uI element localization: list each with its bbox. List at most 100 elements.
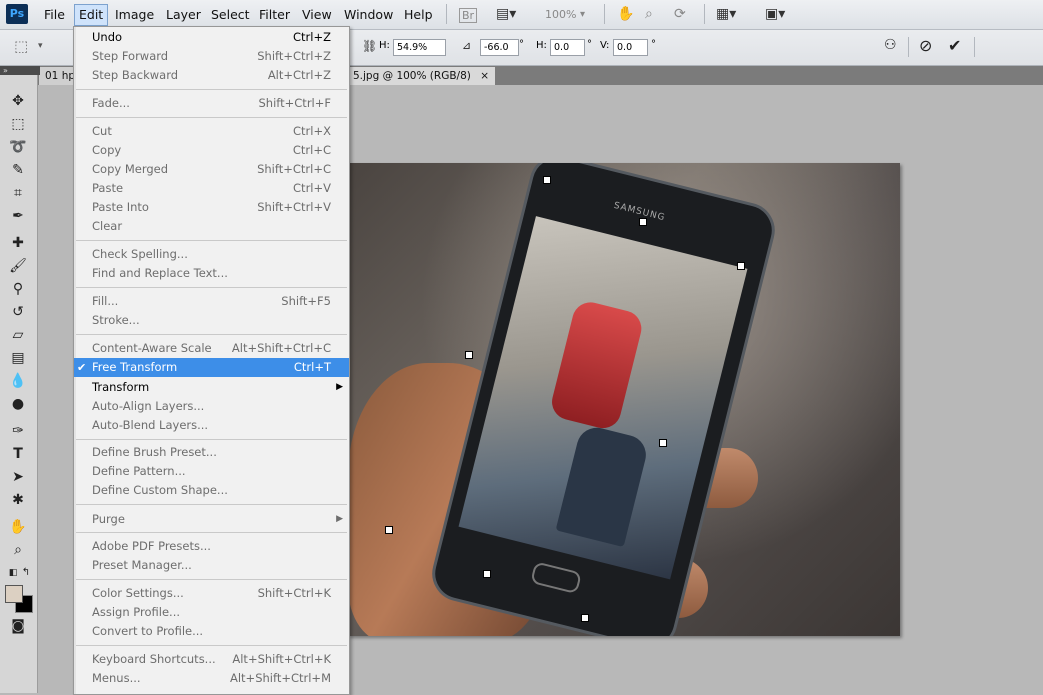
blur-tool-icon[interactable]: 💧 [8, 371, 28, 391]
menu-item-fill[interactable]: Fill... Shift+F5 [74, 292, 349, 311]
tab-document-active[interactable]: 5.jpg @ 100% (RGB/8) × [347, 67, 495, 85]
path-selection-tool-icon[interactable]: ➤ [8, 467, 28, 487]
menu-item-define-pattern[interactable]: Define Pattern... [74, 462, 349, 481]
menu-item-define-brush-preset[interactable]: Define Brush Preset... [74, 443, 349, 462]
menu-item-adobe-pdf-presets[interactable]: Adobe PDF Presets... [74, 537, 349, 556]
transform-handle[interactable] [581, 614, 589, 622]
menu-item-copy-merged[interactable]: Copy Merged Shift+Ctrl+C [74, 160, 349, 179]
lasso-tool-icon[interactable]: ➰ [8, 137, 28, 157]
commit-transform-icon[interactable]: ✔ [948, 36, 961, 55]
transformed-layer[interactable] [458, 216, 748, 580]
menu-separator [76, 579, 347, 580]
menu-item-find-replace[interactable]: Find and Replace Text... [74, 264, 349, 283]
menu-item-assign-profile[interactable]: Assign Profile... [74, 603, 349, 622]
dodge-tool-icon[interactable]: ● [8, 394, 28, 414]
transform-handle[interactable] [483, 570, 491, 578]
menu-item-color-settings[interactable]: Color Settings... Shift+Ctrl+K [74, 584, 349, 603]
menu-item-paste-into[interactable]: Paste Into Shift+Ctrl+V [74, 198, 349, 217]
document-canvas[interactable]: SAMSUNG [348, 163, 900, 636]
menu-view[interactable]: View [298, 5, 336, 25]
gradient-tool-icon[interactable]: ▤ [8, 348, 28, 368]
menu-item-step-backward[interactable]: Step Backward Alt+Ctrl+Z [74, 66, 349, 85]
menu-help[interactable]: Help [400, 5, 437, 25]
transform-handle[interactable] [465, 351, 473, 359]
menu-item-transform[interactable]: Transform ▶ [74, 378, 349, 397]
menu-select[interactable]: Select [207, 5, 254, 25]
menu-item-auto-blend-layers[interactable]: Auto-Blend Layers... [74, 416, 349, 435]
tab-close-icon[interactable]: × [480, 70, 489, 82]
screen-mode-icon[interactable]: ▣▾ [765, 6, 785, 22]
menu-item-convert-to-profile[interactable]: Convert to Profile... [74, 622, 349, 641]
menu-item-step-forward[interactable]: Step Forward Shift+Ctrl+Z [74, 47, 349, 66]
menu-item-fade[interactable]: Fade... Shift+Ctrl+F [74, 94, 349, 113]
zoom-tool-icon[interactable]: ⌕ [8, 540, 28, 560]
healing-brush-tool-icon[interactable]: ✚ [8, 233, 28, 253]
menu-window[interactable]: Window [340, 5, 397, 25]
menu-item-preset-manager[interactable]: Preset Manager... [74, 556, 349, 575]
link-icon[interactable]: ⛓ [362, 39, 377, 53]
bridge-button[interactable]: Br [459, 8, 478, 23]
menu-item-auto-align-layers[interactable]: Auto-Align Layers... [74, 397, 349, 416]
pen-tool-icon[interactable]: ✑ [8, 421, 28, 441]
transform-handle[interactable] [385, 526, 393, 534]
arrange-documents-icon[interactable]: ▦▾ [716, 6, 736, 22]
tool-preset-chevron-icon[interactable]: ▾ [38, 41, 43, 51]
rotate-view-icon[interactable]: ⟳ [674, 6, 686, 22]
height-field[interactable]: 54.9% [393, 39, 446, 56]
menu-image[interactable]: Image [111, 5, 158, 25]
menu-item-purge[interactable]: Purge ▶ [74, 510, 349, 529]
menu-item-free-transform[interactable]: ✔ Free Transform Ctrl+T [74, 358, 349, 377]
menu-item-label: Menus... [92, 671, 141, 685]
menu-item-clear[interactable]: Clear [74, 217, 349, 236]
type-tool-icon[interactable]: T [8, 444, 28, 464]
swap-colors-icon[interactable]: ↰ [16, 563, 36, 583]
custom-shape-tool-icon[interactable]: ✱ [8, 490, 28, 510]
menu-item-copy[interactable]: Copy Ctrl+C [74, 141, 349, 160]
history-brush-tool-icon[interactable]: ↺ [8, 302, 28, 322]
menu-item-label: Define Pattern... [92, 464, 186, 478]
cancel-transform-icon[interactable]: ⊘ [919, 36, 932, 55]
warp-mode-icon[interactable]: ⚇ [884, 37, 897, 53]
angle-field[interactable]: -66.0 [480, 39, 519, 56]
menu-item-content-aware-scale[interactable]: Content-Aware Scale Alt+Shift+Ctrl+C [74, 339, 349, 358]
hand-tool-icon[interactable]: ✋ [617, 6, 634, 22]
marquee-tool-icon[interactable]: ⬚ [8, 114, 28, 134]
transform-handle[interactable] [639, 218, 647, 226]
frame-icon[interactable]: ▤▾ [496, 6, 516, 22]
crop-tool-icon[interactable]: ⌗ [8, 183, 28, 203]
vskew-field[interactable]: 0.0 [613, 39, 648, 56]
menu-item-menus[interactable]: Menus... Alt+Shift+Ctrl+M [74, 669, 349, 688]
brush-tool-icon[interactable]: 🖌 [8, 256, 28, 276]
quick-mask-icon[interactable]: ◙ [8, 616, 28, 636]
clone-stamp-tool-icon[interactable]: ⚲ [8, 279, 28, 299]
tools-panel-header[interactable]: » [0, 66, 40, 75]
menu-item-stroke[interactable]: Stroke... [74, 311, 349, 330]
quick-selection-tool-icon[interactable]: ✎ [8, 160, 28, 180]
menu-item-keyboard-shortcuts[interactable]: Keyboard Shortcuts... Alt+Shift+Ctrl+K [74, 650, 349, 669]
menu-item-paste[interactable]: Paste Ctrl+V [74, 179, 349, 198]
eyedropper-tool-icon[interactable]: ✒ [8, 206, 28, 226]
menu-item-check-spelling[interactable]: Check Spelling... [74, 245, 349, 264]
menu-layer[interactable]: Layer [162, 5, 205, 25]
hand-tool-icon[interactable]: ✋ [8, 517, 28, 537]
menu-item-shortcut: Ctrl+T [293, 360, 331, 374]
transform-handle[interactable] [659, 439, 667, 447]
menu-item-define-custom-shape[interactable]: Define Custom Shape... [74, 481, 349, 500]
move-tool-icon[interactable]: ✥ [8, 91, 28, 111]
menu-edit[interactable]: Edit [74, 4, 109, 26]
menu-item-shortcut: Ctrl+Z [293, 30, 331, 44]
angle-icon: ⊿ [462, 39, 472, 52]
transform-handle[interactable] [543, 176, 551, 184]
menu-item-shortcut: Alt+Shift+Ctrl+K [232, 652, 331, 666]
eraser-tool-icon[interactable]: ▱ [8, 325, 28, 345]
transform-handle[interactable] [737, 262, 745, 270]
menu-item-undo[interactable]: Undo Ctrl+Z [74, 28, 349, 47]
zoom-tool-icon[interactable]: ⌕ [645, 6, 653, 22]
zoom-chevron-icon[interactable]: ▾ [580, 9, 585, 20]
hskew-field[interactable]: 0.0 [550, 39, 585, 56]
menu-filter[interactable]: Filter [255, 5, 294, 25]
menu-file[interactable]: File [40, 5, 69, 25]
zoom-level[interactable]: 100% [545, 8, 576, 21]
foreground-color-swatch[interactable] [5, 585, 23, 603]
menu-item-cut[interactable]: Cut Ctrl+X [74, 122, 349, 141]
